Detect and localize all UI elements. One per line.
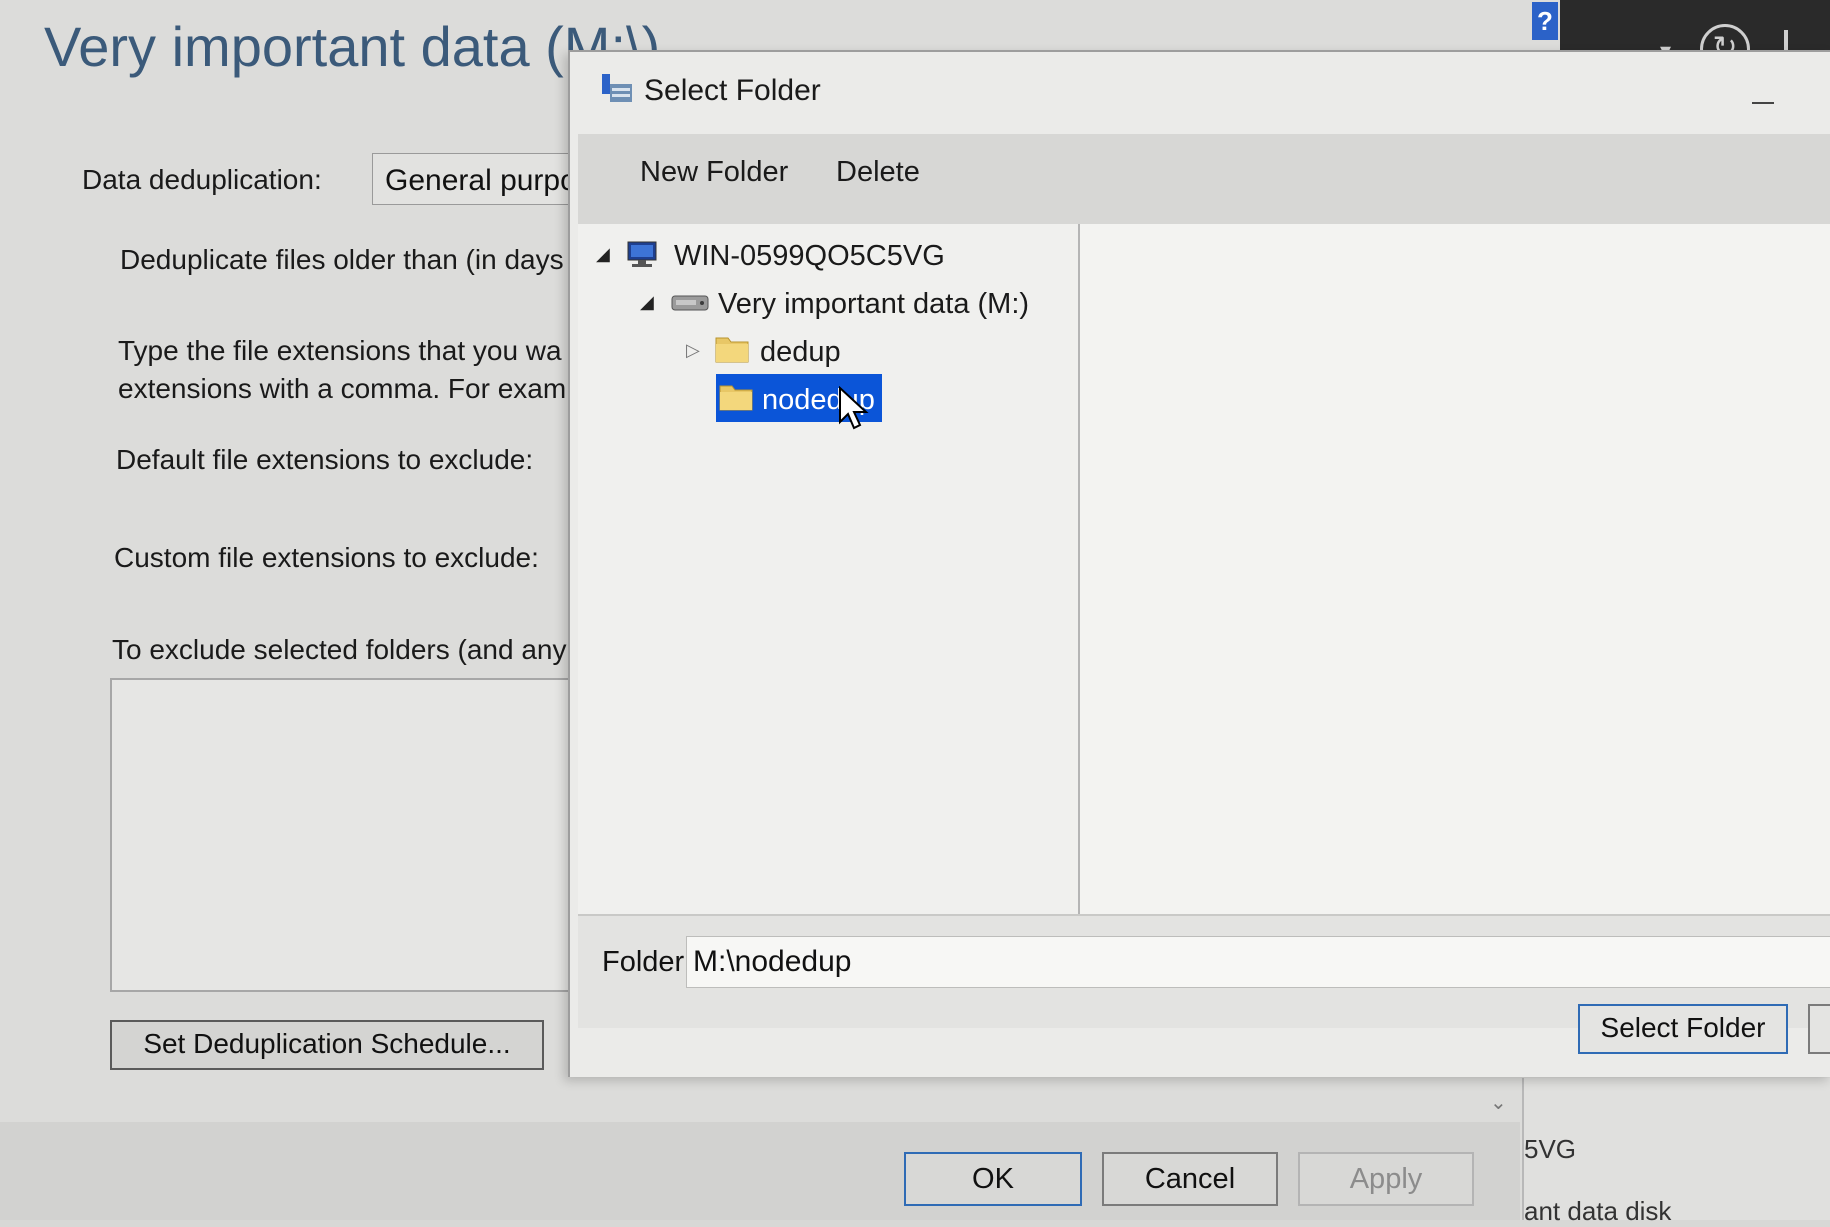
excluded-folders-list[interactable] — [110, 678, 630, 992]
minimize-icon[interactable] — [1752, 102, 1774, 104]
expanded-arrow-icon[interactable]: ◢ — [640, 292, 654, 313]
new-folder-button[interactable]: New Folder — [640, 156, 788, 189]
exclude-folders-label: To exclude selected folders (and any — [112, 634, 567, 665]
tree-item-label: Very important data (M:) — [718, 288, 1030, 320]
cancel-button[interactable]: Cancel — [1102, 1152, 1278, 1206]
ext-instructions-line2: extensions with a comma. For exam — [118, 373, 567, 404]
tree-item-nodedup[interactable]: nodedup — [716, 374, 1076, 422]
dialog-title: Select Folder — [644, 74, 821, 107]
select-folder-button[interactable]: Select Folder — [1578, 1004, 1788, 1054]
help-icon[interactable]: ? — [1532, 2, 1558, 40]
dialog-toolbar: New Folder Delete — [578, 134, 1830, 224]
apply-button[interactable]: Apply — [1298, 1152, 1474, 1206]
tree-item-drive[interactable]: ◢ Very important data (M:) — [578, 282, 1078, 326]
drive-icon — [671, 295, 709, 311]
expanded-arrow-icon[interactable]: ◢ — [596, 244, 610, 265]
select-folder-app-icon — [602, 74, 632, 102]
folder-path-input[interactable]: M:\nodedup — [686, 936, 1830, 988]
ext-instructions-line1: Type the file extensions that you wa — [118, 335, 562, 366]
folder-icon — [719, 385, 753, 411]
dedup-label: Data deduplication: — [82, 164, 322, 195]
dialog-cancel-button[interactable] — [1808, 1004, 1830, 1054]
side-text-1: 5VG — [1524, 1134, 1577, 1164]
tree-item-label: dedup — [760, 336, 841, 368]
tree-item-label: WIN-0599QO5C5VG — [674, 240, 945, 272]
ok-button[interactable]: OK — [904, 1152, 1082, 1206]
mouse-cursor-icon — [839, 386, 869, 430]
folder-contents-pane[interactable] — [1080, 224, 1830, 914]
default-ext-label: Default file extensions to exclude: — [116, 444, 534, 475]
older-than-label: Deduplicate files older than (in days — [120, 244, 564, 275]
tree-item-dedup[interactable]: ▷ dedup — [578, 330, 1078, 374]
delete-button[interactable]: Delete — [836, 156, 920, 189]
side-panel: 5VG ant data disk — [1522, 1078, 1830, 1226]
bottom-button-bar — [0, 1122, 1520, 1220]
custom-ext-label: Custom file extensions to exclude: — [114, 542, 539, 573]
select-folder-dialog: Select Folder New Folder Delete ◢ WIN-05… — [568, 50, 1830, 1077]
folder-label: Folder: — [602, 946, 693, 978]
folder-tree[interactable]: ◢ WIN-0599QO5C5VG ◢ Very important data … — [578, 224, 1080, 914]
collapsed-arrow-icon[interactable]: ▷ — [686, 340, 700, 361]
computer-icon — [627, 241, 657, 267]
folder-icon — [715, 337, 749, 363]
side-text-2: ant data disk — [1524, 1196, 1672, 1226]
scroll-down-icon[interactable]: ⌄ — [1490, 1090, 1507, 1115]
set-schedule-button[interactable]: Set Deduplication Schedule... — [110, 1020, 544, 1070]
tree-item-computer[interactable]: ◢ WIN-0599QO5C5VG — [578, 234, 1078, 278]
